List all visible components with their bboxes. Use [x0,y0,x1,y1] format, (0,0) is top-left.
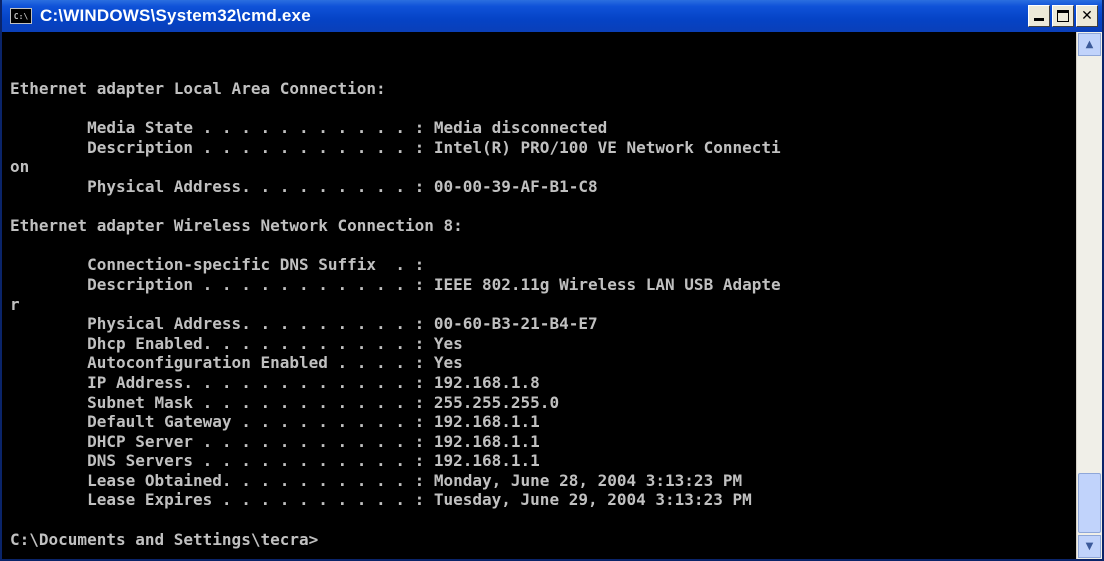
scroll-up-arrow-icon: ▲ [1085,39,1094,50]
close-button[interactable]: ✕ [1076,5,1098,27]
console-line: Connection-specific DNS Suffix . : [10,255,425,275]
window-title: C:\WINDOWS\System32\cmd.exe [40,6,311,25]
scroll-down-arrow-icon: ▼ [1085,541,1094,552]
console-line: Physical Address. . . . . . . . . : 00-6… [10,314,598,334]
console-line: Lease Obtained. . . . . . . . . . : Mond… [10,470,743,490]
scroll-down-button[interactable]: ▼ [1078,535,1101,558]
console-line: Ethernet adapter Wireless Network Connec… [10,216,463,236]
console-line: Dhcp Enabled. . . . . . . . . . . : Yes [10,333,463,353]
title-bar[interactable]: C:\ C:\WINDOWS\System32\cmd.exe ✕ [2,0,1102,32]
maximize-button[interactable] [1052,5,1074,27]
console-line: Physical Address. . . . . . . . . : 00-0… [10,176,598,196]
console-line: Ethernet adapter Local Area Connection: [10,79,386,98]
console-line: IP Address. . . . . . . . . . . . : 192.… [10,372,540,392]
maximize-icon [1057,10,1069,22]
console-line: on [10,157,30,177]
console-line: DNS Servers . . . . . . . . . . . : 192.… [10,451,540,471]
minimize-icon [1034,18,1044,21]
console-line: r [10,294,20,314]
cmd-window: C:\ C:\WINDOWS\System32\cmd.exe ✕ Ethern… [0,0,1104,561]
console-line: Media State . . . . . . . . . . . : Medi… [10,118,608,138]
console-line: Default Gateway . . . . . . . . . : 192.… [10,412,540,432]
close-icon: ✕ [1081,8,1093,24]
window-controls: ✕ [1028,5,1098,27]
console-line: Subnet Mask . . . . . . . . . . . : 255.… [10,392,560,412]
scroll-up-button[interactable]: ▲ [1078,33,1101,56]
scroll-thumb[interactable] [1078,473,1101,533]
cmd-icon[interactable]: C:\ [10,8,32,24]
console-line: Lease Expires . . . . . . . . . . : Tues… [10,490,752,510]
console-output[interactable]: Ethernet adapter Local Area Connection: … [10,32,1076,559]
console-line: Description . . . . . . . . . . . : Inte… [10,137,781,157]
vertical-scrollbar[interactable]: ▲ ▼ [1076,32,1102,559]
command-prompt: C:\Documents and Settings\tecra> [10,529,319,549]
console-line: Description . . . . . . . . . . . : IEEE… [10,274,781,294]
console-line: DHCP Server . . . . . . . . . . . : 192.… [10,431,540,451]
minimize-button[interactable] [1028,5,1050,27]
console-line: Autoconfiguration Enabled . . . . : Yes [10,353,463,373]
